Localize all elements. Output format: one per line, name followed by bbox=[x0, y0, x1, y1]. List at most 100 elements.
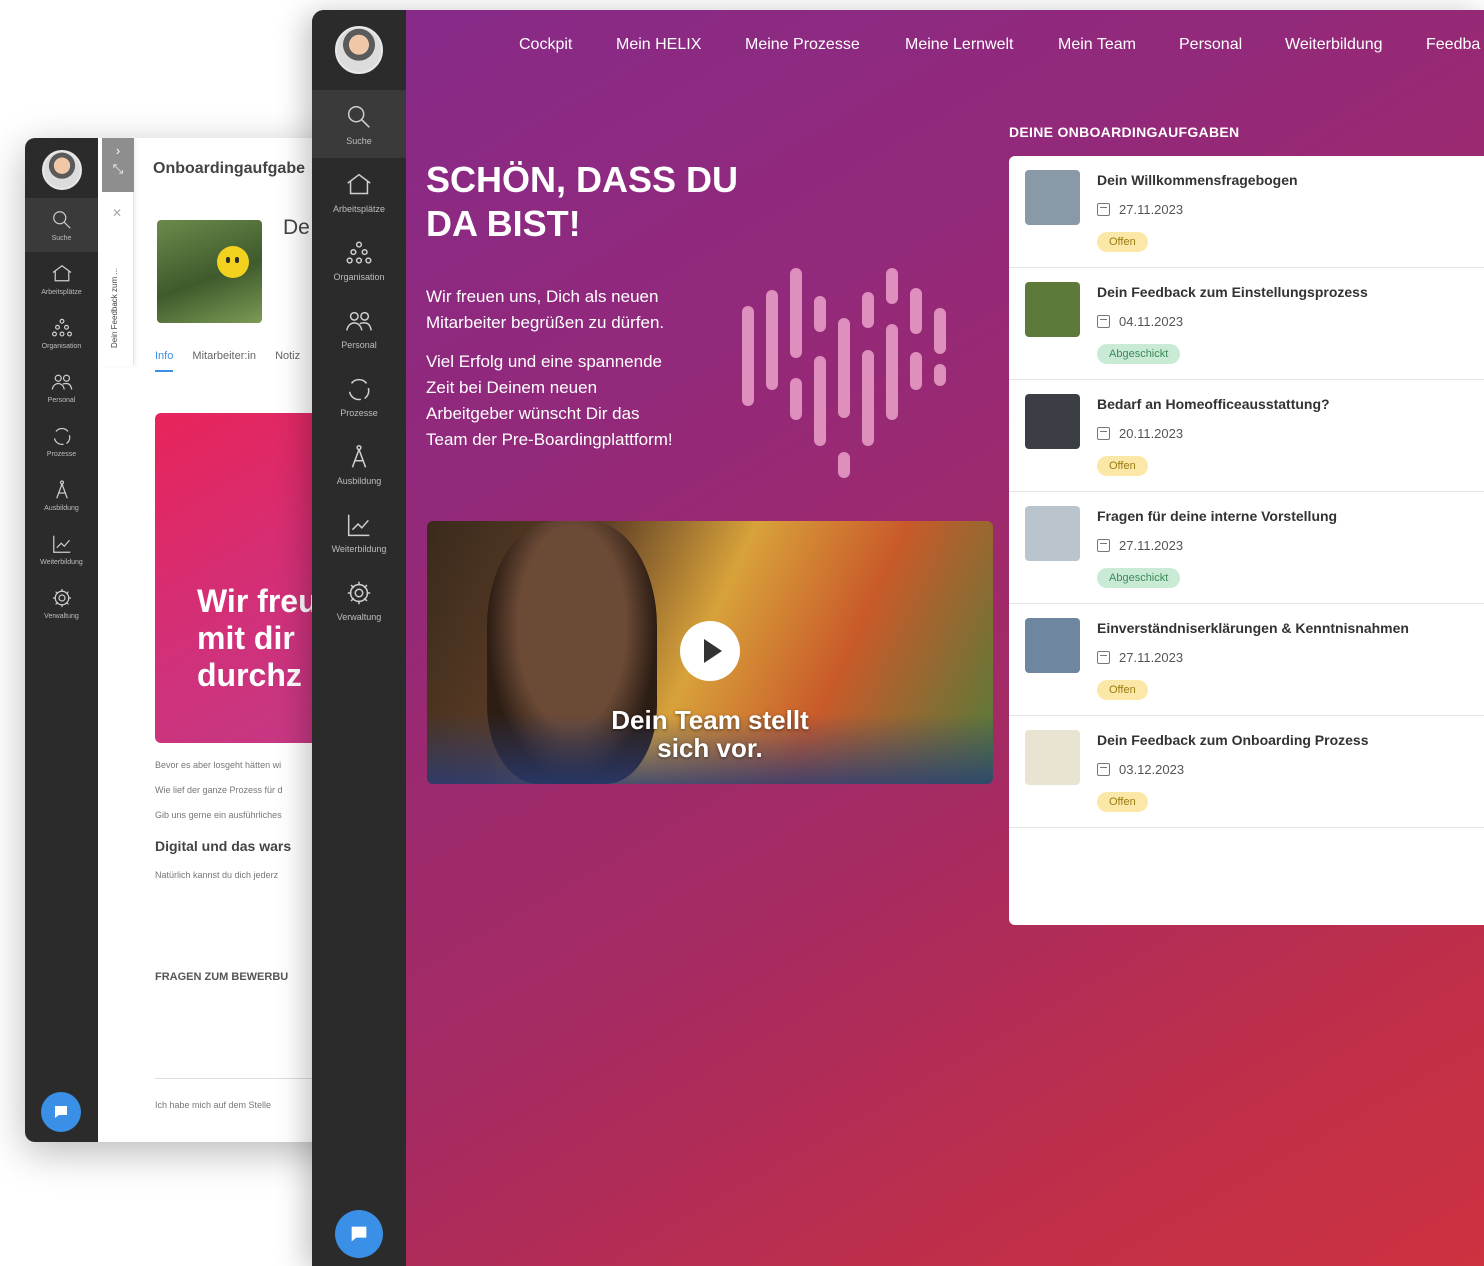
task-item[interactable]: Dein Willkommensfragebogen 27.11.2023 Offe… bbox=[1009, 156, 1484, 268]
sidebar-item-arbeitsplätze[interactable]: Arbeitsplätze bbox=[312, 158, 406, 226]
task-date-value: 04.11.2023 bbox=[1119, 314, 1184, 329]
cycle-icon bbox=[348, 378, 370, 401]
task-image bbox=[157, 220, 262, 323]
task-item[interactable]: Fragen für deine interne Vorstellung 27.1… bbox=[1009, 492, 1484, 604]
topnav-meine-lernwelt[interactable]: Meine Lernwelt bbox=[905, 36, 1014, 54]
task-date: 03.12.2023 bbox=[1097, 762, 1184, 777]
sidebar-item-suche[interactable]: Suche bbox=[25, 198, 98, 252]
team-video[interactable]: Dein Team stellt sich vor. bbox=[427, 521, 993, 784]
calendar-icon bbox=[1097, 203, 1110, 216]
org-chart-icon bbox=[346, 241, 372, 264]
home-icon bbox=[52, 265, 71, 282]
status-badge: Offen bbox=[1097, 792, 1148, 812]
sidebar-item-label: Verwaltung bbox=[44, 613, 79, 620]
chat-button[interactable] bbox=[41, 1092, 81, 1132]
sidebar-item-arbeitsplätze[interactable]: Arbeitsplätze bbox=[25, 252, 98, 306]
sidebar-item-prozesse[interactable]: Prozesse bbox=[312, 362, 406, 430]
sidebar-item-ausbildung[interactable]: Ausbildung bbox=[25, 468, 98, 522]
hero-wishes: Viel Erfolg und eine spannende Zeit bei … bbox=[426, 352, 673, 449]
topnav-weiterbildung[interactable]: Weiterbildung bbox=[1285, 36, 1383, 54]
sidebar-item-weiterbildung[interactable]: Weiterbildung bbox=[25, 522, 98, 576]
sidebar-item-prozesse[interactable]: Prozesse bbox=[25, 414, 98, 468]
tab-notiz[interactable]: Notiz bbox=[275, 350, 300, 362]
task-title: Einverständniserklärungen & Kenntnisnahm… bbox=[1097, 620, 1409, 636]
task-item[interactable]: Bedarf an Homeofficeausstattung? 20.11.20… bbox=[1009, 380, 1484, 492]
sidebar-item-label: Prozesse bbox=[46, 451, 77, 458]
growth-chart-icon bbox=[347, 514, 370, 537]
sidebar-item-label: Weiterbildung bbox=[331, 544, 387, 554]
task-date-value: 27.11.2023 bbox=[1119, 538, 1184, 553]
paragraph-line: Wie lief der ganze Prozess für d bbox=[155, 785, 283, 795]
sidebar-item-label: Suche bbox=[51, 235, 72, 242]
side-tab[interactable]: › ⤡ ✕ Dein Feedback zum ... bbox=[102, 138, 134, 366]
topnav-cockpit[interactable]: Cockpit bbox=[519, 36, 572, 54]
subtext: Natürlich kannst du dich jederz bbox=[155, 870, 279, 880]
sidebar-item-personal[interactable]: Personal bbox=[312, 294, 406, 362]
task-date: 27.11.2023 bbox=[1097, 650, 1183, 665]
status-badge: Offen bbox=[1097, 456, 1148, 476]
topnav-feedback[interactable]: Feedba bbox=[1426, 36, 1480, 54]
front-sidebar: Suche Arbeitsplätze Organisation Personal Pr… bbox=[312, 10, 406, 1266]
calendar-icon bbox=[1097, 763, 1110, 776]
answer-field[interactable]: Ich habe mich auf dem Stelle bbox=[155, 1100, 271, 1110]
task-title: Dein Feedback zum Einstellungsprozess bbox=[1097, 284, 1368, 300]
chat-icon bbox=[55, 1106, 67, 1118]
tab-mitarbeiter[interactable]: Mitarbeiter:in bbox=[192, 350, 256, 362]
task-date-value: 27.11.2023 bbox=[1119, 650, 1184, 665]
status-badge: Offen bbox=[1097, 680, 1148, 700]
search-icon bbox=[347, 105, 370, 128]
sidebar-item-personal[interactable]: Personal bbox=[25, 360, 98, 414]
sidebar-item-weiterbildung[interactable]: Weiterbildung bbox=[312, 498, 406, 566]
cycle-icon bbox=[53, 427, 70, 446]
topnav-mein-helix[interactable]: Mein HELIX bbox=[616, 36, 701, 54]
back-title: Onboardingaufgabe bbox=[153, 160, 305, 177]
front-window: Suche Arbeitsplätze Organisation Personal Pr… bbox=[312, 10, 1484, 1266]
back-tabs: Info Mitarbeiter:in Notiz bbox=[155, 350, 316, 372]
task-thumbnail bbox=[1025, 170, 1080, 225]
task-date-value: 27.11.2023 bbox=[1119, 202, 1184, 217]
topnav-meine-prozesse[interactable]: Meine Prozesse bbox=[745, 36, 860, 54]
sidebar-item-verwaltung[interactable]: Verwaltung bbox=[25, 576, 98, 630]
calendar-icon bbox=[1097, 315, 1110, 328]
topnav-personal[interactable]: Personal bbox=[1179, 36, 1242, 54]
video-caption: Dein Team stellt sich vor. bbox=[611, 705, 809, 763]
hero-title: SCHÖN, DASS DU DA BIST! bbox=[426, 159, 739, 244]
sidebar-item-verwaltung[interactable]: Verwaltung bbox=[312, 566, 406, 634]
back-nav: Suche Arbeitsplätze Organisation Personal Pr… bbox=[25, 198, 98, 630]
topnav-mein-team[interactable]: Mein Team bbox=[1058, 36, 1136, 54]
top-navigation: Cockpit Mein HELIX Meine Prozesse Meine … bbox=[406, 36, 1484, 60]
chat-icon bbox=[351, 1226, 367, 1242]
search-icon bbox=[52, 211, 71, 229]
side-tab-label: Dein Feedback zum ... bbox=[110, 267, 119, 348]
play-icon[interactable] bbox=[680, 621, 740, 681]
status-badge: Abgeschickt bbox=[1097, 568, 1181, 588]
sidebar-item-label: Ausbildung bbox=[44, 505, 79, 512]
back-window: Suche Arbeitsplätze Organisation Personal Pr… bbox=[25, 138, 355, 1142]
sidebar-item-ausbildung[interactable]: Ausbildung bbox=[312, 430, 406, 498]
sidebar-item-label: Arbeitsplätze bbox=[332, 204, 386, 214]
avatar[interactable] bbox=[41, 150, 82, 190]
task-thumbnail bbox=[1025, 506, 1080, 561]
sidebar-item-organisation[interactable]: Organisation bbox=[25, 306, 98, 360]
promo-text: Wir freu mit dir durchz bbox=[197, 583, 318, 693]
chat-button[interactable] bbox=[335, 1210, 383, 1258]
avatar[interactable] bbox=[335, 26, 383, 74]
task-item[interactable]: Einverständniserklärungen & Kenntnisnahm… bbox=[1009, 604, 1484, 716]
sidebar-item-label: Weiterbildung bbox=[40, 559, 83, 566]
collapse-arrows-icon[interactable]: › ⤡ bbox=[102, 138, 134, 192]
sidebar-item-label: Arbeitsplätze bbox=[41, 289, 82, 296]
calendar-icon bbox=[1097, 651, 1110, 664]
paragraph-line: Bevor es aber losgeht hätten wi bbox=[155, 760, 282, 770]
tasks-panel: Dein Willkommensfragebogen 27.11.2023 Offe… bbox=[1009, 156, 1484, 925]
sidebar-item-organisation[interactable]: Organisation bbox=[312, 226, 406, 294]
task-date: 04.11.2023 bbox=[1097, 314, 1183, 329]
close-icon[interactable]: ✕ bbox=[112, 206, 122, 220]
gear-icon bbox=[52, 589, 71, 607]
tab-info[interactable]: Info bbox=[155, 350, 174, 372]
sidebar-item-suche[interactable]: Suche bbox=[312, 90, 406, 158]
task-item[interactable]: Dein Feedback zum Einstellungsprozess 04.… bbox=[1009, 268, 1484, 380]
status-badge: Abgeschickt bbox=[1097, 344, 1181, 364]
task-item[interactable]: Dein Feedback zum Onboarding Prozess 03.1… bbox=[1009, 716, 1484, 828]
org-chart-icon bbox=[51, 318, 72, 337]
subheading: Digital und das wars bbox=[155, 838, 292, 854]
